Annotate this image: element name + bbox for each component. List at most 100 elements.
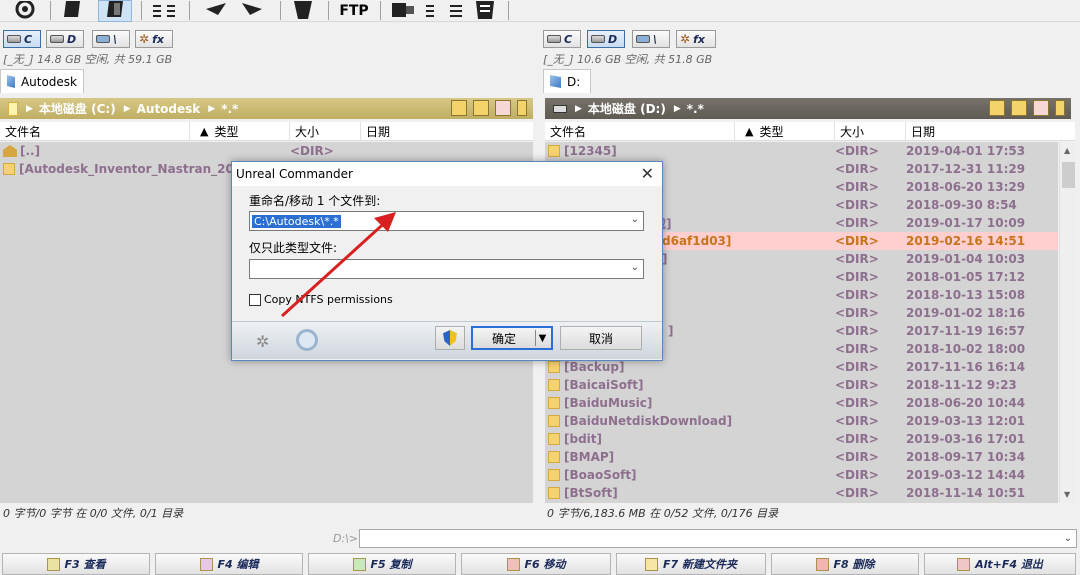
- scroll-down-icon[interactable]: ▼: [1064, 490, 1070, 499]
- file-row[interactable]: [BMAP] <DIR> 2018-09-17 10:34: [545, 448, 1058, 466]
- left-drive-c-button[interactable]: C: [3, 30, 41, 48]
- cancel-label: 取消: [588, 331, 613, 346]
- multirename-icon[interactable]: [286, 0, 320, 22]
- ftp-button[interactable]: FTP: [334, 0, 374, 22]
- f5-copy-button[interactable]: F5 复制: [308, 553, 456, 575]
- record-icon[interactable]: [296, 329, 318, 351]
- path-segment[interactable]: *.*: [221, 102, 238, 116]
- path-segment[interactable]: 本地磁盘 (C:): [39, 100, 116, 117]
- path-segment[interactable]: 本地磁盘 (D:): [588, 100, 666, 117]
- shield-icon: [443, 330, 457, 346]
- f8-delete-button[interactable]: F8 删除: [771, 553, 919, 575]
- col-date[interactable]: 日期: [906, 122, 1075, 140]
- right-path-bar[interactable]: ▶ 本地磁盘 (D:) ▶ *.*: [545, 98, 1071, 119]
- ok-button[interactable]: 确定 ▼: [471, 326, 553, 350]
- drive-letter: fx: [152, 32, 164, 46]
- cmdline-input[interactable]: ⌄: [359, 529, 1077, 548]
- scroll-thumb[interactable]: [1062, 162, 1075, 188]
- uac-shield-button[interactable]: [435, 326, 465, 350]
- favorites-icon[interactable]: [495, 100, 511, 116]
- cancel-button[interactable]: 取消: [560, 326, 642, 350]
- left-drive-d-button[interactable]: D: [46, 30, 84, 48]
- path-segment[interactable]: Autodesk: [137, 102, 201, 116]
- right-fx-button[interactable]: ✲ fx: [676, 30, 716, 48]
- file-row[interactable]: [BaicaiSoft] <DIR> 2018-11-12 9:23: [545, 376, 1058, 394]
- up-dir-icon[interactable]: [473, 100, 489, 116]
- path-segment[interactable]: *.*: [687, 102, 704, 116]
- up-dir-icon[interactable]: [1011, 100, 1027, 116]
- favorites-icon[interactable]: [1033, 100, 1049, 116]
- network-icon: [96, 35, 110, 43]
- refresh-icon[interactable]: [8, 0, 42, 22]
- file-row[interactable]: [BaiduMusic] <DIR> 2018-06-20 10:44: [545, 394, 1058, 412]
- right-drive-d-button[interactable]: D: [587, 30, 625, 48]
- full-view-icon[interactable]: [98, 0, 132, 22]
- file-size: <DIR>: [835, 486, 879, 500]
- right-network-button[interactable]: \: [632, 30, 670, 48]
- chevron-down-icon[interactable]: ⌄: [1064, 533, 1072, 544]
- col-size[interactable]: 大小: [290, 122, 361, 140]
- left-network-button[interactable]: \: [92, 30, 130, 48]
- up-folder-icon: [3, 145, 17, 157]
- f4-edit-button[interactable]: F4 编辑: [155, 553, 303, 575]
- file-row[interactable]: [12345] <DIR> 2019-04-01 17:53: [545, 142, 1058, 160]
- col-name[interactable]: 文件名: [0, 122, 190, 140]
- file-row[interactable]: [BaiduNetdiskDownload] <DIR> 2019-03-13 12…: [545, 412, 1058, 430]
- fkey-label: F3 查看: [64, 558, 106, 571]
- settings-gear-icon[interactable]: ✲: [256, 332, 269, 351]
- altf4-exit-button[interactable]: Alt+F4 退出: [924, 553, 1076, 575]
- close-icon[interactable]: ✕: [641, 164, 654, 183]
- left-path-bar[interactable]: ▶ 本地磁盘 (C:) ▶ Autodesk ▶ *.*: [0, 98, 533, 119]
- file-size: <DIR>: [835, 162, 879, 176]
- right-drive-c-button[interactable]: C: [543, 30, 581, 48]
- file-row[interactable]: [bdit] <DIR> 2019-03-16 17:01: [545, 430, 1058, 448]
- brief-view-icon[interactable]: [55, 0, 89, 22]
- drive-icon: [553, 104, 567, 113]
- col-name[interactable]: 文件名: [545, 122, 735, 140]
- file-date: 2018-11-14 10:51: [906, 486, 1026, 500]
- checkbox-box[interactable]: [249, 293, 261, 306]
- file-date: 2018-09-30 8:54: [906, 198, 1017, 212]
- gear-icon: ✲: [139, 32, 150, 46]
- path-tools: [451, 100, 527, 116]
- f3-view-button[interactable]: F3 查看: [2, 553, 150, 575]
- right-tab-d[interactable]: D:: [543, 69, 591, 93]
- ftp-icon[interactable]: [386, 0, 420, 22]
- f6-move-button[interactable]: F6 移动: [461, 553, 611, 575]
- right-scrollbar[interactable]: ▲ ▼: [1059, 142, 1076, 502]
- root-icon[interactable]: [451, 100, 467, 116]
- file-name: [BaicaiSoft]: [564, 378, 644, 392]
- chevron-down-icon[interactable]: ⌄: [631, 262, 639, 273]
- file-name: [BMAP]: [564, 450, 615, 464]
- left-fx-button[interactable]: ✲ fx: [135, 30, 173, 48]
- chevron-down-icon[interactable]: ⌄: [631, 214, 639, 225]
- col-type[interactable]: ▲ 类型: [190, 122, 290, 140]
- forward-icon[interactable]: [238, 0, 272, 22]
- file-date: 2017-11-16 16:14: [906, 360, 1026, 374]
- history-icon[interactable]: [1055, 100, 1065, 116]
- right-free-space: [_无_] 10.6 GB 空闲, 共 51.8 GB: [543, 53, 713, 66]
- file-date: 2019-04-01 17:53: [906, 144, 1026, 158]
- file-row[interactable]: [BtSoft] <DIR> 2018-11-14 10:51: [545, 484, 1058, 502]
- sort-icon[interactable]: [147, 0, 181, 22]
- col-type[interactable]: ▲ 类型: [735, 122, 835, 140]
- f7-newfolder-button[interactable]: F7 新建文件夹: [616, 553, 766, 575]
- notepad-icon[interactable]: [468, 0, 502, 22]
- drive-letter: fx: [693, 32, 705, 46]
- file-row[interactable]: [..] <DIR>: [0, 142, 533, 160]
- scroll-up-icon[interactable]: ▲: [1064, 146, 1070, 155]
- col-size[interactable]: 大小: [835, 122, 906, 140]
- col-date[interactable]: 日期: [361, 122, 533, 140]
- back-icon[interactable]: [196, 0, 230, 22]
- left-tab-autodesk[interactable]: Autodesk: [0, 69, 84, 93]
- root-icon[interactable]: [989, 100, 1005, 116]
- file-row[interactable]: [BoaoSoft] <DIR> 2019-03-12 14:44: [545, 466, 1058, 484]
- copy-icon: [352, 557, 366, 571]
- ok-dropdown-icon[interactable]: ▼: [535, 330, 549, 346]
- dialog-titlebar[interactable]: Unreal Commander ✕: [232, 162, 662, 186]
- history-icon[interactable]: [517, 100, 527, 116]
- network-icon: [636, 35, 650, 43]
- folder-icon: [548, 361, 560, 373]
- drive-letter: D: [608, 32, 618, 46]
- drive-letter: C: [564, 32, 573, 46]
